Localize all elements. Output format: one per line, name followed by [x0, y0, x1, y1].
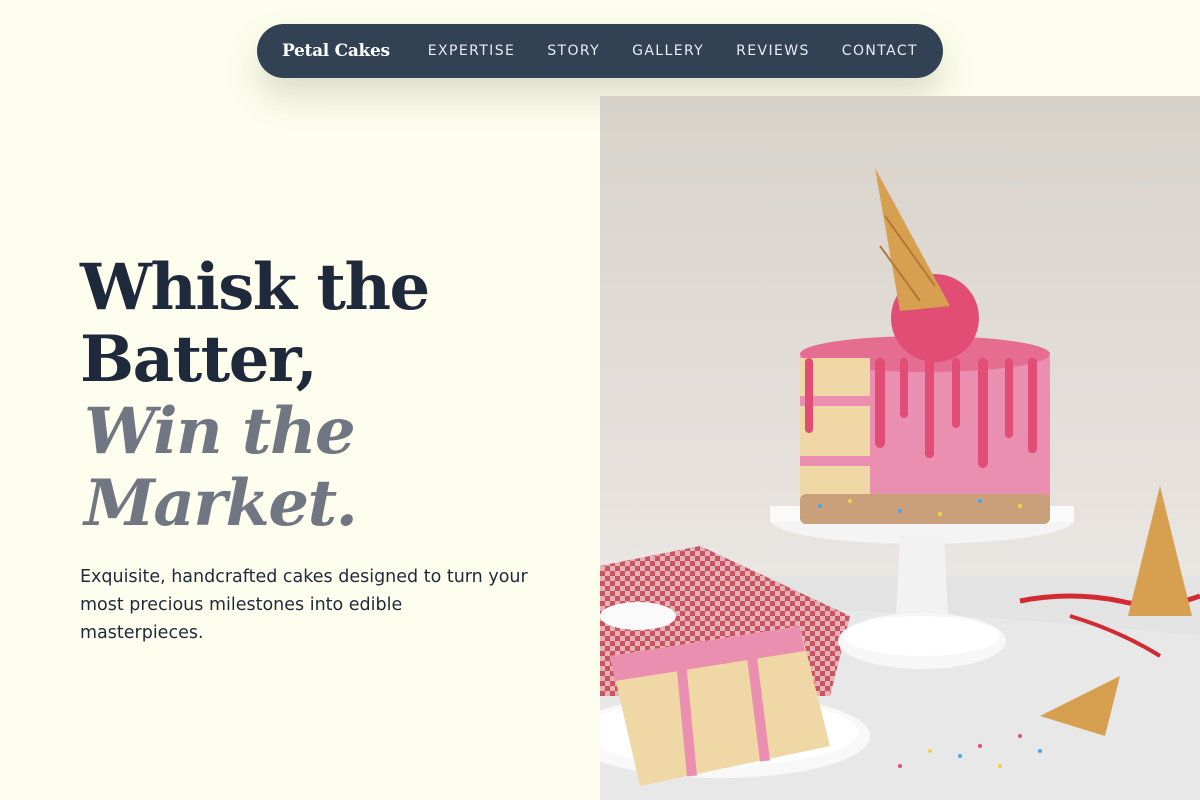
cone-right	[1128, 486, 1192, 616]
cake	[800, 168, 1050, 524]
brand-logo[interactable]: Petal Cakes	[282, 41, 428, 61]
hero-title: Whisk the Batter, Win the Market.	[80, 252, 580, 540]
nav-link-gallery[interactable]: GALLERY	[632, 43, 704, 59]
hero-title-accent-line-1: Win the	[84, 394, 356, 469]
hero-subtitle: Exquisite, handcrafted cakes designed to…	[80, 567, 528, 643]
nav-bar: Petal Cakes EXPERTISE STORY GALLERY REVI…	[257, 24, 943, 78]
hero-title-accent-line-2: Market.	[84, 466, 358, 541]
nav-link-reviews[interactable]: REVIEWS	[736, 43, 810, 59]
hero-title-line-1: Whisk the	[80, 250, 430, 325]
hero-cake-image	[600, 96, 1200, 800]
nav-link-contact[interactable]: CONTACT	[842, 43, 918, 59]
hero-title-line-2: Batter,	[80, 322, 318, 397]
nav-links: EXPERTISE STORY GALLERY REVIEWS CONTACT	[428, 43, 918, 59]
nav-link-expertise[interactable]: EXPERTISE	[428, 43, 515, 59]
cake-illustration	[600, 168, 1200, 800]
nav-link-story[interactable]: STORY	[547, 43, 600, 59]
page: Petal Cakes EXPERTISE STORY GALLERY REVI…	[0, 0, 1200, 800]
